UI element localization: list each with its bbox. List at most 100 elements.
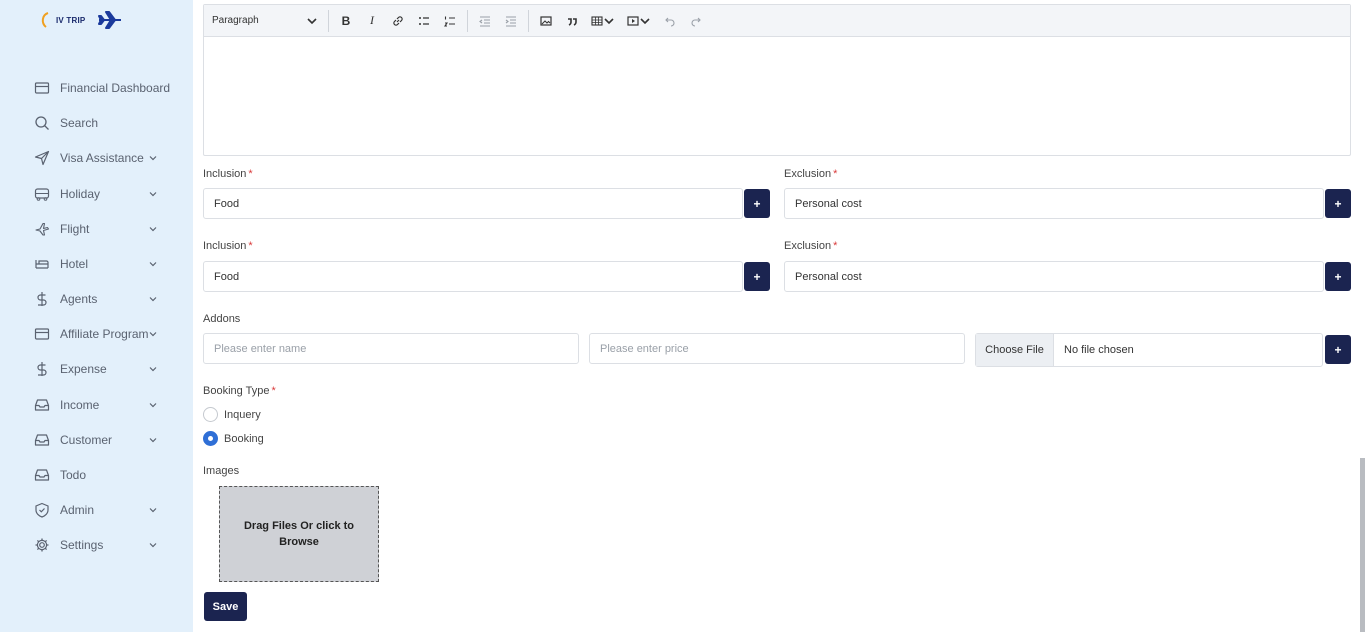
outdent-icon	[479, 15, 490, 27]
inclusion-input[interactable]: Food	[203, 261, 743, 292]
chevron-down-icon	[148, 294, 158, 304]
inclusion-label: Inclusion *	[203, 240, 253, 252]
sidebar-item-affiliate-program[interactable]: Affiliate Program	[34, 324, 158, 344]
indent-icon	[505, 15, 516, 27]
sidebar-item-financial-dashboard[interactable]: Financial Dashboard	[34, 78, 170, 98]
inbox-icon	[34, 467, 50, 483]
sidebar-item-income[interactable]: Income	[34, 395, 158, 415]
insert-table-button[interactable]	[585, 9, 621, 33]
sidebar: IV TRIP Financial Dashboard Search Visa As…	[0, 0, 193, 632]
send-icon	[34, 150, 50, 166]
required-mark: *	[271, 385, 276, 397]
save-button[interactable]: Save	[204, 592, 247, 621]
radio-inquery-label: Inquery	[224, 408, 261, 421]
add-addon-button[interactable]: +	[1325, 335, 1351, 364]
exclusion-input[interactable]: Personal cost	[784, 261, 1324, 292]
outdent-button[interactable]	[472, 9, 498, 33]
sidebar-item-search[interactable]: Search	[34, 113, 158, 133]
radio-circle-checked[interactable]	[203, 431, 218, 446]
brand-logo[interactable]: IV TRIP	[40, 10, 123, 30]
insert-media-button[interactable]	[621, 9, 657, 33]
add-exclusion-button[interactable]: +	[1325, 262, 1351, 291]
sidebar-item-agents[interactable]: Agents	[34, 289, 158, 309]
insert-image-button[interactable]	[533, 9, 559, 33]
numbered-list-icon	[444, 16, 455, 27]
rich-text-editor: Paragraph B I	[203, 4, 1351, 156]
sidebar-item-settings[interactable]: Settings	[34, 535, 158, 555]
add-inclusion-button[interactable]: +	[744, 262, 770, 291]
images-label: Images	[203, 465, 240, 477]
chevron-down-icon	[148, 224, 158, 234]
addon-name-input[interactable]: Please enter name	[203, 333, 579, 364]
indent-button[interactable]	[498, 9, 524, 33]
redo-button[interactable]	[683, 9, 709, 33]
radio-booking[interactable]: Booking	[203, 431, 264, 446]
logo-text: IV TRIP	[56, 15, 86, 25]
toolbar-divider	[328, 9, 329, 32]
sidebar-item-hotel[interactable]: Hotel	[34, 254, 158, 274]
block-quote-button[interactable]	[559, 9, 585, 33]
exclusion-input[interactable]: Personal cost	[784, 188, 1324, 219]
sidebar-item-label: Todo	[60, 468, 87, 482]
toolbar-divider	[467, 9, 468, 32]
chevron-down-icon	[148, 189, 158, 199]
bed-icon	[34, 256, 50, 272]
bulleted-list-button[interactable]	[411, 9, 437, 33]
add-inclusion-button[interactable]: +	[744, 189, 770, 218]
media-icon	[627, 15, 639, 26]
chevron-down-icon	[148, 435, 158, 445]
italic-button[interactable]: I	[359, 9, 385, 33]
addon-file-input[interactable]: Choose File No file chosen	[975, 333, 1323, 367]
sidebar-item-label: Income	[60, 398, 100, 412]
sidebar-item-label: Holiday	[60, 187, 101, 201]
sidebar-item-visa-assistance[interactable]: Visa Assistance	[34, 148, 158, 168]
radio-inquery[interactable]: Inquery	[203, 407, 261, 422]
sidebar-item-customer[interactable]: Customer	[34, 430, 158, 450]
radio-circle[interactable]	[203, 407, 218, 422]
scrollbar-thumb[interactable]	[1360, 458, 1365, 632]
numbered-list-button[interactable]	[437, 9, 463, 33]
editor-content-area[interactable]	[204, 37, 1350, 155]
sidebar-item-todo[interactable]: Todo	[34, 465, 158, 485]
inclusion-label-text: Inclusion	[203, 168, 247, 180]
chevron-down-icon	[148, 505, 158, 515]
italic-icon: I	[370, 13, 374, 27]
inclusion-label-text: Inclusion	[203, 240, 247, 252]
sidebar-item-admin[interactable]: Admin	[34, 500, 158, 520]
sidebar-item-label: Visa Assistance	[60, 151, 144, 165]
plane-icon	[34, 221, 50, 237]
paragraph-select[interactable]: Paragraph	[212, 15, 324, 27]
sidebar-item-holiday[interactable]: Holiday	[34, 184, 158, 204]
addon-price-input[interactable]: Please enter price	[589, 333, 965, 364]
add-exclusion-button[interactable]: +	[1325, 189, 1351, 218]
image-dropzone[interactable]: Drag Files Or click to Browse	[219, 486, 379, 582]
sidebar-item-label: Search	[60, 116, 99, 130]
sidebar-item-flight[interactable]: Flight	[34, 219, 158, 239]
chevron-down-icon	[148, 153, 158, 163]
file-status: No file chosen	[1064, 344, 1134, 356]
logo-plane-icon	[98, 11, 122, 29]
exclusion-label: Exclusion *	[784, 168, 837, 180]
sidebar-item-expense[interactable]: Expense	[34, 359, 158, 379]
bold-button[interactable]: B	[333, 9, 359, 33]
chevron-down-icon	[148, 364, 158, 374]
inclusion-input[interactable]: Food	[203, 188, 743, 219]
link-button[interactable]	[385, 9, 411, 33]
exclusion-label: Exclusion *	[784, 240, 837, 252]
dollar-icon	[34, 361, 50, 377]
sidebar-item-label: Flight	[60, 222, 90, 236]
chevron-down-icon	[640, 17, 650, 24]
addons-label: Addons	[203, 313, 241, 325]
radio-booking-label: Booking	[224, 432, 264, 445]
undo-button[interactable]	[657, 9, 683, 33]
search-icon	[34, 115, 50, 131]
chevron-down-icon	[148, 329, 158, 339]
quote-icon	[568, 17, 577, 26]
choose-file-button[interactable]: Choose File	[976, 334, 1054, 366]
inclusion-label: Inclusion *	[203, 168, 253, 180]
bulleted-list-icon	[419, 16, 429, 25]
sidebar-item-label: Agents	[60, 292, 98, 306]
chevron-down-icon	[148, 259, 158, 269]
bus-icon	[34, 186, 50, 202]
required-mark: *	[833, 240, 838, 252]
